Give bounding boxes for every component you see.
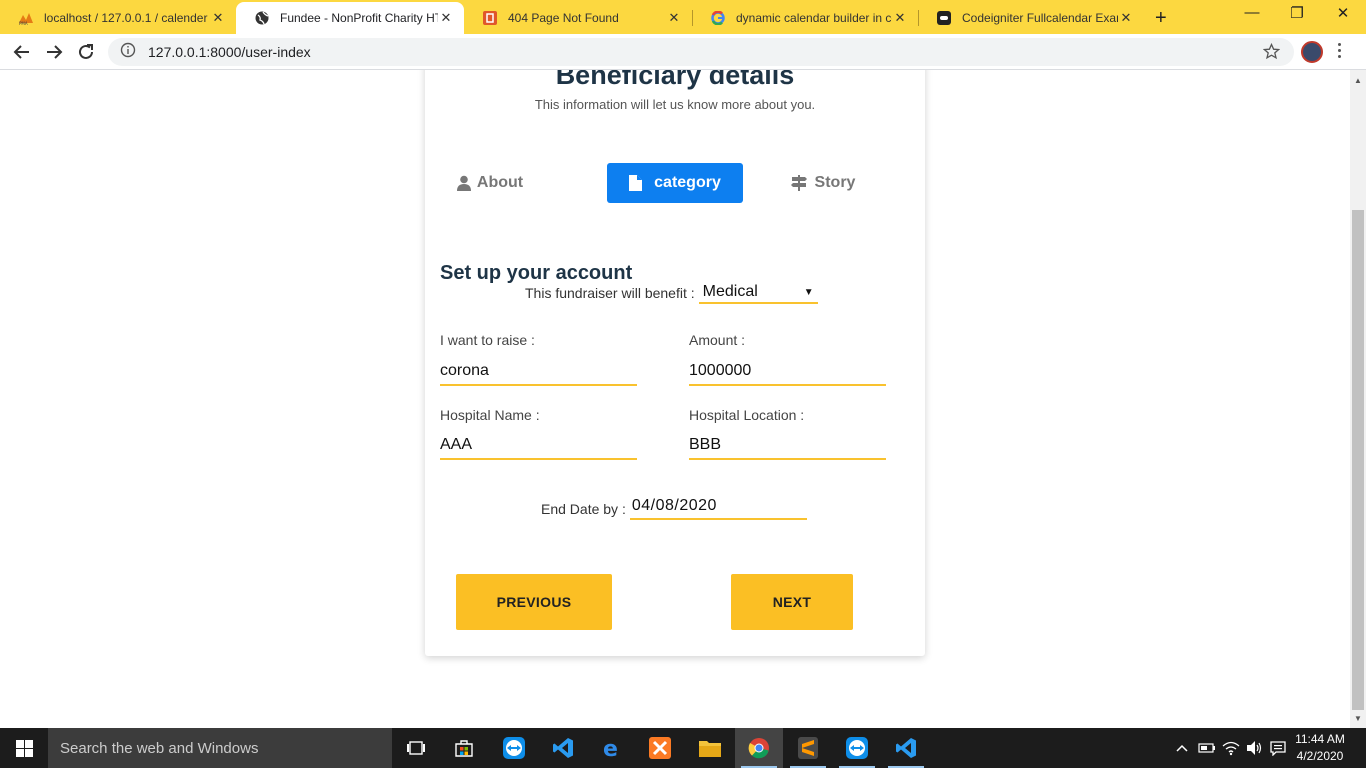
taskbar-search-input[interactable]: Search the web and Windows — [48, 728, 392, 768]
benefit-label: This fundraiser will benefit : — [525, 285, 695, 301]
bookmark-star-icon[interactable] — [1262, 42, 1281, 65]
site-icon — [936, 10, 952, 26]
benefit-value: Medical — [702, 283, 758, 300]
wifi-icon[interactable] — [1222, 728, 1240, 768]
close-icon[interactable]: ✕ — [1118, 10, 1134, 26]
vscode-open-icon[interactable] — [882, 728, 930, 768]
globe-icon — [254, 10, 270, 26]
tab-title: Fundee - NonProfit Charity HTML — [280, 11, 438, 25]
amount-input[interactable]: 1000000 — [689, 360, 886, 386]
close-icon[interactable]: ✕ — [892, 10, 908, 26]
clock-time: 11:44 AM — [1295, 732, 1345, 746]
caret-down-icon: ▼ — [803, 286, 814, 298]
end-date-input[interactable]: 04/08/2020 — [629, 496, 807, 520]
xampp-icon[interactable] — [636, 728, 684, 768]
browser-tab-fullcalendar[interactable]: Codeigniter Fullcalendar Examp ✕ — [918, 2, 1144, 34]
teamviewer-icon[interactable] — [490, 728, 538, 768]
sublime-text-icon[interactable] — [784, 728, 832, 768]
scrollbar-thumb[interactable] — [1352, 210, 1364, 710]
tab-category[interactable]: category — [607, 163, 743, 203]
user-icon — [456, 175, 471, 191]
tab-about-label: About — [476, 174, 524, 191]
browser-tab-404[interactable]: 404 Page Not Found ✕ — [464, 2, 692, 34]
window-close-icon[interactable]: ✕ — [1320, 4, 1366, 22]
chrome-taskbar-icon[interactable] — [735, 728, 783, 768]
browser-tab-google[interactable]: dynamic calendar builder in co ✕ — [692, 2, 918, 34]
page-subtitle: This information will let us know more a… — [534, 97, 816, 112]
hospital-location-input[interactable]: BBB — [689, 434, 886, 460]
info-icon[interactable] — [120, 42, 136, 63]
tray-chevron-up-icon[interactable] — [1175, 728, 1189, 768]
hospital-name-input[interactable]: AAA — [440, 434, 637, 460]
forward-arrow-icon[interactable] — [42, 40, 66, 64]
tab-title: dynamic calendar builder in co — [736, 11, 892, 25]
amount-label: Amount : — [689, 332, 746, 348]
close-icon[interactable]: ✕ — [210, 10, 226, 26]
tab-category-label: category — [654, 174, 721, 191]
clock-date: 4/2/2020 — [1296, 749, 1344, 763]
beneficiary-card: Beneficiary details This information wil… — [425, 70, 925, 656]
edge-icon[interactable]: e — [588, 728, 636, 768]
file-icon — [629, 175, 643, 191]
scroll-down-icon[interactable]: ▼ — [1354, 714, 1362, 723]
svg-text:e: e — [603, 737, 618, 759]
tab-title: 404 Page Not Found — [508, 11, 619, 25]
notification-icon[interactable] — [1270, 728, 1286, 768]
store-icon[interactable] — [440, 728, 488, 768]
end-date-label: End Date by : — [541, 501, 626, 517]
windows-taskbar: Search the web and Windows e 11:44 AM 4/… — [0, 728, 1366, 768]
chrome-menu-icon[interactable] — [1338, 43, 1342, 61]
tab-story[interactable]: Story — [785, 163, 861, 203]
taskbar-clock[interactable]: 11:44 AM 4/2/2020 — [1290, 731, 1350, 765]
new-tab-plus-icon[interactable]: + — [1155, 7, 1167, 30]
browser-tab-phpmyadmin[interactable]: PMA localhost / 127.0.0.1 / calender ✕ — [0, 2, 236, 34]
page-title: Beneficiary details — [555, 70, 795, 90]
browser-tab-fundee[interactable]: Fundee - NonProfit Charity HTML ✕ — [236, 2, 464, 34]
hospital-location-label: Hospital Location : — [689, 407, 805, 423]
phpmyadmin-icon: PMA — [18, 10, 34, 26]
codeigniter-icon — [482, 10, 498, 26]
minimize-icon[interactable]: — — [1229, 4, 1275, 21]
close-icon[interactable]: ✕ — [438, 10, 454, 26]
url-text: 127.0.0.1:8000/user-index — [148, 44, 311, 60]
scroll-up-icon[interactable]: ▲ — [1354, 76, 1362, 85]
end-date-row: End Date by : 04/08/2020 — [541, 496, 807, 520]
tab-about[interactable]: About — [455, 163, 525, 203]
battery-icon[interactable] — [1198, 728, 1216, 768]
page-viewport: Beneficiary details This information wil… — [0, 70, 1350, 728]
tab-title: localhost / 127.0.0.1 / calender — [44, 11, 208, 25]
restore-icon[interactable]: ❐ — [1274, 4, 1320, 22]
close-icon[interactable]: ✕ — [666, 10, 682, 26]
page-scrollbar[interactable]: ▲ ▼ — [1350, 70, 1366, 728]
next-button[interactable]: NEXT — [731, 574, 853, 630]
tab-story-label: Story — [814, 174, 856, 191]
hospital-name-label: Hospital Name : — [440, 407, 540, 423]
signpost-icon — [790, 175, 807, 191]
benefit-select[interactable]: Medical ▼ — [698, 282, 818, 304]
teamviewer-open-icon[interactable] — [833, 728, 881, 768]
reload-icon[interactable] — [74, 40, 98, 64]
profile-avatar[interactable] — [1301, 41, 1323, 63]
back-arrow-icon[interactable] — [10, 40, 34, 64]
raise-label: I want to raise : — [440, 332, 535, 348]
address-bar[interactable]: 127.0.0.1:8000/user-index — [108, 38, 1294, 66]
browser-toolbar: 127.0.0.1:8000/user-index — [0, 34, 1366, 70]
vscode-icon[interactable] — [539, 728, 587, 768]
windows-start-icon[interactable] — [0, 728, 48, 768]
task-view-icon[interactable] — [392, 728, 440, 768]
raise-input[interactable]: corona — [440, 360, 637, 386]
svg-text:PMA: PMA — [19, 21, 28, 25]
benefit-row: This fundraiser will benefit : Medical ▼ — [525, 282, 818, 304]
previous-button[interactable]: PREVIOUS — [456, 574, 612, 630]
file-explorer-icon[interactable] — [686, 728, 734, 768]
google-icon — [710, 10, 726, 26]
browser-tabstrip: PMA localhost / 127.0.0.1 / calender ✕ F… — [0, 0, 1366, 34]
tab-title: Codeigniter Fullcalendar Examp — [962, 11, 1118, 25]
volume-icon[interactable] — [1246, 728, 1264, 768]
